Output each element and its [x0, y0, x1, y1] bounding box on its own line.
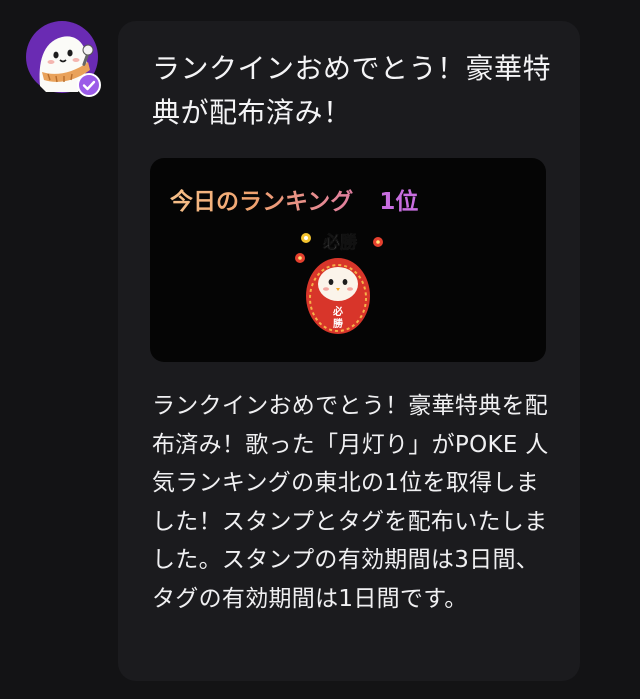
verified-check-icon [77, 73, 101, 97]
ranking-position: 1位 [379, 189, 419, 215]
daruma-sticker-icon: 必勝 必 勝 [295, 232, 383, 334]
sender-avatar[interactable] [26, 20, 101, 97]
ranking-label: 今日のランキング [170, 189, 354, 215]
sticker-top-text: 必勝 [322, 232, 358, 253]
message-bubble[interactable]: ランクインおめでとう！豪華特典が配布済み！ 今日のランキング 1位 必勝 必 勝… [118, 21, 580, 681]
ranking-header: 今日のランキング 1位 [170, 182, 418, 216]
message-title: ランクインおめでとう！豪華特典が配布済み！ [152, 52, 552, 129]
sticker-belly-text: 勝 [333, 317, 344, 330]
ranking-card[interactable]: 今日のランキング 1位 必勝 必 勝 [150, 158, 546, 362]
sticker-belly-text: 必 [332, 305, 343, 318]
message-body: ランクインおめでとう！豪華特典を配布済み！歌った「月灯り」がPOKE 人気ランキ… [152, 393, 549, 612]
